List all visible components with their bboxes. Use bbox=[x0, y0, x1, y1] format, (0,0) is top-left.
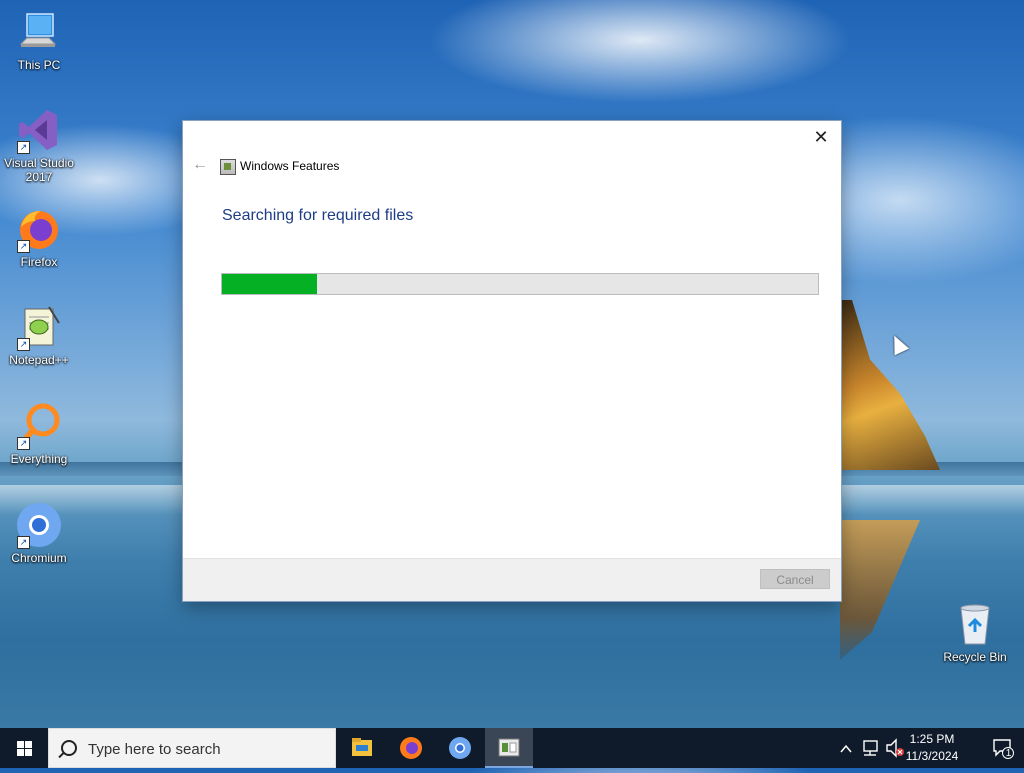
status-heading: Searching for required files bbox=[222, 207, 414, 224]
mouse-cursor-icon bbox=[887, 332, 910, 356]
shortcut-arrow-icon: ↗ bbox=[17, 536, 30, 549]
shortcut-arrow-icon: ↗ bbox=[17, 437, 30, 450]
chevron-up-icon[interactable] bbox=[840, 744, 852, 753]
back-arrow-icon: ← bbox=[192, 156, 208, 173]
notepadpp-icon: ↗ bbox=[15, 303, 63, 351]
firefox-icon: ↗ bbox=[15, 205, 63, 253]
chromium-icon: ↗ bbox=[15, 501, 63, 549]
shortcut-arrow-icon: ↗ bbox=[17, 338, 30, 351]
search-icon bbox=[61, 740, 77, 756]
taskbar-search-box[interactable]: Type here to search bbox=[48, 728, 336, 768]
desktop: This PC ↗ Visual Studio 2017 ↗ Firefox ↗… bbox=[0, 0, 1024, 728]
desktop-icon-notepadpp[interactable]: ↗ Notepad++ bbox=[1, 303, 77, 367]
firefox-icon bbox=[400, 737, 422, 759]
cliff bbox=[840, 300, 940, 470]
recycle-bin-icon bbox=[951, 600, 999, 648]
progress-fill bbox=[222, 274, 318, 294]
desktop-icon-chromium[interactable]: ↗ Chromium bbox=[1, 501, 77, 565]
taskbar-app-windows-features[interactable] bbox=[485, 728, 533, 768]
desktop-icon-label: Everything bbox=[10, 452, 68, 466]
desktop-icon-label: Notepad++ bbox=[9, 353, 69, 367]
desktop-icon-label: This PC bbox=[17, 58, 61, 72]
windows-logo-icon bbox=[17, 741, 32, 756]
windows-features-icon bbox=[220, 159, 236, 175]
action-center-button[interactable]: 1 bbox=[992, 737, 1014, 759]
this-pc-icon bbox=[15, 8, 63, 56]
visual-studio-icon: ↗ bbox=[15, 106, 63, 154]
windows-features-icon bbox=[498, 738, 520, 757]
clock-date: 11/3/2024 bbox=[905, 749, 959, 763]
dialog-title: Windows Features bbox=[240, 159, 340, 173]
clock-time: 1:25 PM bbox=[909, 732, 955, 746]
taskbar: Type here to search 1:25 PM 11/3/2024 1 bbox=[0, 728, 1024, 768]
chromium-icon bbox=[449, 737, 471, 759]
windows-features-dialog: ✕ ← Windows Features Searching for requi… bbox=[183, 121, 841, 601]
shortcut-arrow-icon: ↗ bbox=[17, 240, 30, 253]
desktop-icon-label: Visual Studio 2017 bbox=[4, 156, 74, 184]
shortcut-arrow-icon: ↗ bbox=[17, 141, 30, 154]
taskbar-app-chromium[interactable] bbox=[436, 728, 484, 768]
file-explorer-icon bbox=[352, 738, 372, 756]
desktop-icon-visual-studio[interactable]: ↗ Visual Studio 2017 bbox=[1, 106, 77, 184]
desktop-icon-recycle-bin[interactable]: Recycle Bin bbox=[937, 600, 1013, 664]
progress-bar bbox=[221, 273, 819, 295]
start-button[interactable] bbox=[0, 728, 48, 768]
taskbar-app-file-explorer[interactable] bbox=[338, 728, 386, 768]
everything-search-icon: ↗ bbox=[15, 402, 63, 450]
dialog-footer: Cancel bbox=[183, 558, 841, 601]
taskbar-app-firefox[interactable] bbox=[387, 728, 435, 768]
cancel-button[interactable]: Cancel bbox=[760, 569, 830, 589]
taskbar-clock[interactable]: 1:25 PM 11/3/2024 bbox=[896, 731, 968, 765]
desktop-icon-this-pc[interactable]: This PC bbox=[1, 8, 77, 72]
cliff-reflection bbox=[840, 520, 920, 660]
network-icon[interactable] bbox=[863, 740, 878, 756]
desktop-icon-everything[interactable]: ↗ Everything bbox=[1, 402, 77, 466]
close-button[interactable]: ✕ bbox=[809, 126, 833, 148]
search-placeholder: Type here to search bbox=[88, 741, 221, 758]
desktop-icon-label: Chromium bbox=[11, 551, 67, 565]
desktop-icon-label: Recycle Bin bbox=[943, 650, 1007, 664]
desktop-icon-firefox[interactable]: ↗ Firefox bbox=[1, 205, 77, 269]
desktop-icon-label: Firefox bbox=[20, 255, 58, 269]
notification-count: 1 bbox=[1005, 748, 1012, 759]
